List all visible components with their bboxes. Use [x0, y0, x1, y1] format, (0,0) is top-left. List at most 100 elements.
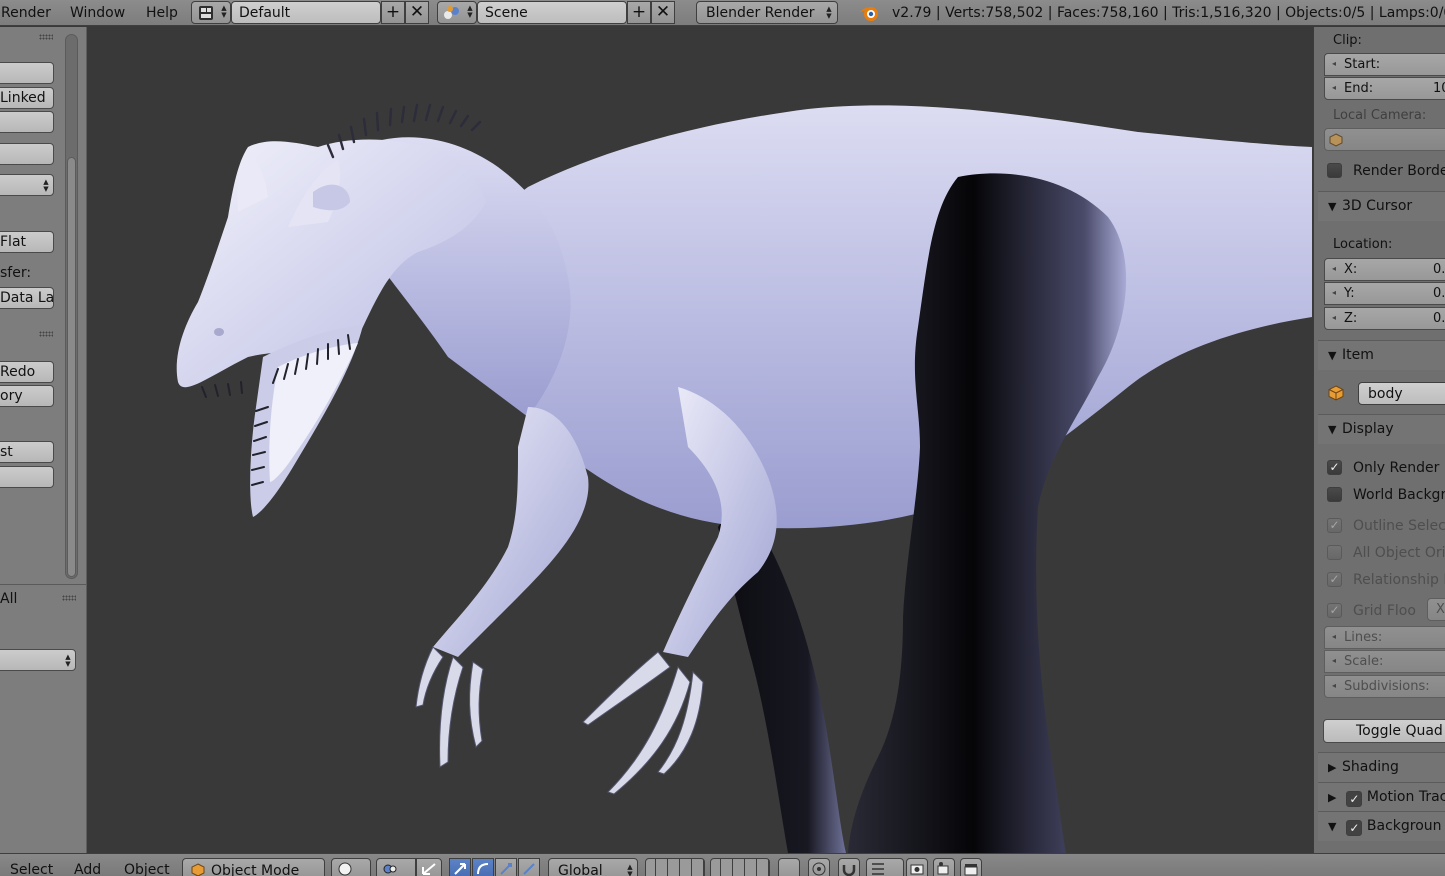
scene-layers-row-2[interactable] — [710, 858, 770, 876]
panel-header-motion-tracking[interactable]: ▶ ✓ Motion Trac — [1318, 782, 1445, 812]
history-button[interactable]: ory — [0, 385, 54, 407]
snap-element-dropdown[interactable] — [866, 858, 904, 876]
menu-select[interactable]: Select — [10, 862, 53, 876]
panel-header-3d-cursor[interactable]: ▼ 3D Cursor — [1318, 191, 1445, 221]
left-arrow-icon: ◂ — [1332, 288, 1337, 297]
cursor-y-field[interactable]: ◂ Y: 0.0 — [1324, 282, 1445, 305]
make-links-button[interactable]: Linked — [0, 87, 54, 109]
transform-manipulator-button[interactable] — [518, 858, 540, 876]
menu-render[interactable]: Render — [1, 5, 51, 21]
clapper-icon — [964, 864, 978, 876]
object-mode-icon — [191, 863, 205, 876]
panel-grip-icon[interactable] — [39, 331, 53, 337]
menu-window[interactable]: Window — [70, 5, 125, 21]
lock-to-scene-layers-icon[interactable] — [778, 858, 800, 876]
updown-arrows-icon: ▲ ▼ — [826, 5, 832, 20]
display-title: Display — [1342, 421, 1394, 437]
magnet-icon — [842, 865, 856, 876]
toolshelf-button-1[interactable] — [0, 62, 54, 84]
operator-dropdown[interactable]: ▲ ▼ — [0, 649, 76, 671]
world-background-label: World Backgro — [1353, 487, 1445, 503]
clip-start-field[interactable]: ◂ Start: — [1324, 53, 1445, 76]
translate-manipulator-button[interactable] — [449, 858, 471, 876]
manipulator-toggle[interactable] — [416, 858, 442, 876]
cursor-y-label: Y: — [1344, 286, 1355, 301]
expanded-triangle-icon: ▼ — [1328, 200, 1337, 213]
redo-button[interactable]: Redo — [0, 361, 54, 383]
pivot-point-dropdown[interactable] — [376, 858, 416, 876]
toolshelf-button-list[interactable]: st — [0, 441, 54, 463]
rotate-manipulator-button[interactable] — [472, 858, 494, 876]
tool-shelf: Linked ▲ ▼ Flat sfer: Data La Redo ory st… — [0, 27, 87, 853]
motion-tracking-checkbox[interactable]: ✓ — [1346, 791, 1363, 807]
relationship-lines-checkbox: ✓ — [1327, 572, 1342, 587]
local-camera-label: Local Camera: — [1333, 108, 1427, 123]
grid-scale-field: ◂ Scale: — [1324, 650, 1445, 673]
object-name-field[interactable]: body — [1358, 382, 1445, 405]
toolshelf-button-11[interactable] — [0, 466, 54, 488]
scene-name-field[interactable]: Scene — [477, 1, 627, 24]
panel-grip-icon[interactable] — [39, 34, 53, 40]
snap-toggle-icon[interactable] — [838, 858, 860, 876]
toolshelf-dropdown[interactable]: ▲ ▼ — [0, 174, 54, 196]
3d-viewport[interactable] — [88, 27, 1312, 853]
scene-layers-row-1[interactable] — [645, 858, 705, 876]
menu-add[interactable]: Add — [74, 862, 101, 876]
panel-grip-icon[interactable] — [62, 595, 76, 601]
3d-view-header: Select Add Object Object Mode Global ▲ ▼ — [0, 853, 1445, 876]
toggle-quad-view-button[interactable]: Toggle Quad V — [1323, 719, 1445, 743]
background-images-checkbox[interactable]: ✓ — [1346, 820, 1363, 836]
grid-subdivisions-label: Subdivisions: — [1344, 679, 1430, 694]
scale-manipulator-button[interactable] — [495, 858, 517, 876]
updown-arrows-icon: ▲ ▼ — [467, 4, 473, 19]
opengl-render-animation-icon[interactable] — [933, 858, 955, 876]
layout-name-field[interactable]: Default — [231, 1, 381, 24]
menu-help[interactable]: Help — [146, 5, 178, 21]
panel-header-shading[interactable]: ▶ Shading — [1318, 752, 1445, 782]
menu-object[interactable]: Object — [124, 862, 170, 876]
only-render-checkbox[interactable]: ✓ — [1327, 460, 1342, 475]
object-cube-icon — [1328, 385, 1344, 401]
grid-lines-label: Lines: — [1344, 630, 1383, 645]
scene-selector[interactable]: ▲ ▼ — [437, 1, 477, 24]
cursor-x-field[interactable]: ◂ X: 0.0 — [1324, 258, 1445, 281]
panel-header-display[interactable]: ▼ Display — [1318, 414, 1445, 444]
toolshelf-scrollbar[interactable] — [65, 34, 78, 579]
transform-icon — [523, 863, 535, 875]
translate-arrow-icon — [454, 863, 466, 875]
proportional-circle-icon — [812, 862, 826, 876]
toolshelf-button-3[interactable] — [0, 111, 54, 133]
all-object-origins-checkbox — [1327, 545, 1342, 560]
clip-end-field[interactable]: ◂ End: 100 — [1324, 77, 1445, 100]
blender-logo-icon — [859, 7, 878, 21]
screen-layout-selector[interactable]: ▲ ▼ — [191, 1, 231, 24]
opengl-render-active-icon[interactable] — [960, 858, 982, 876]
render-border-checkbox[interactable] — [1327, 163, 1342, 178]
toolshelf-button-4[interactable] — [0, 143, 54, 165]
opengl-render-icon[interactable] — [906, 858, 928, 876]
add-scene-button[interactable]: + — [627, 1, 651, 24]
proportional-editing-icon[interactable] — [808, 858, 830, 876]
properties-sidebar: Clip: ◂ Start: ◂ End: 100 Local Camera: … — [1313, 27, 1445, 853]
delete-layout-button[interactable]: ✕ — [405, 1, 429, 24]
add-layout-button[interactable]: + — [381, 1, 405, 24]
interaction-mode-dropdown[interactable]: Object Mode — [182, 858, 325, 876]
updown-arrows-icon: ▲ ▼ — [65, 653, 71, 668]
select-all-label: All — [0, 591, 18, 607]
panel-header-background-images[interactable]: ▼ ✓ Backgroun — [1318, 811, 1445, 841]
item-title: Item — [1342, 347, 1374, 363]
delete-scene-button[interactable]: ✕ — [651, 1, 675, 24]
cursor-z-field[interactable]: ◂ Z: 0.0 — [1324, 307, 1445, 330]
panel-header-item[interactable]: ▼ Item — [1318, 340, 1445, 370]
outline-selected-label: Outline Selecte — [1353, 518, 1445, 534]
motion-tracking-title: Motion Trac — [1366, 789, 1445, 805]
shading-flat-button[interactable]: Flat — [0, 231, 54, 253]
toolshelf-scrollbar-thumb[interactable] — [67, 157, 76, 577]
viewport-shading-dropdown[interactable] — [331, 858, 371, 876]
relationship-lines-label: Relationship Li — [1353, 572, 1445, 588]
world-background-checkbox[interactable] — [1327, 487, 1342, 502]
render-engine-dropdown[interactable]: Blender Render ▲ ▼ — [696, 1, 838, 24]
data-layout-button[interactable]: Data La — [0, 287, 54, 309]
plus-icon: + — [631, 2, 647, 22]
transform-orientation-dropdown[interactable]: Global ▲ ▼ — [548, 858, 638, 876]
